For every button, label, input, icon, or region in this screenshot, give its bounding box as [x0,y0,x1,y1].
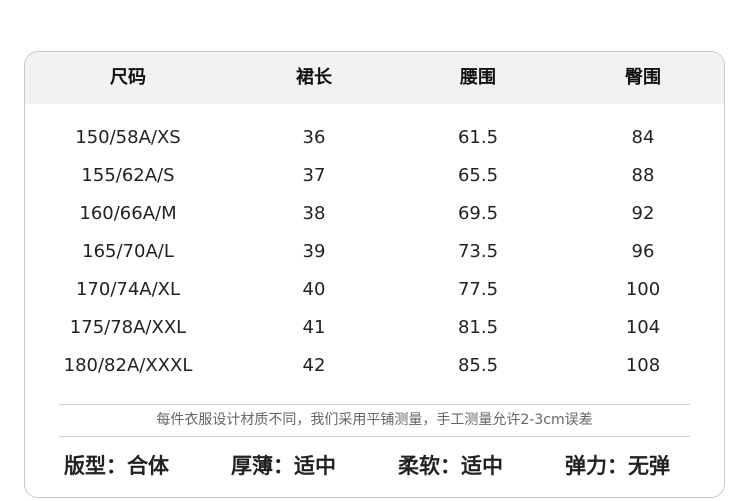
cell-hip: 88 [631,165,655,186]
cell-size: 165/70A/L [82,241,174,262]
table-row: 180/82A/XXXL 42 85.5 108 [25,347,724,385]
attr-thickness: 厚薄：适中 [231,454,336,478]
table-row: 175/78A/XXL 41 81.5 104 [25,309,724,347]
table-row: 155/62A/S 37 65.5 88 [25,157,724,195]
table-row: 170/74A/XL 40 77.5 100 [25,271,724,309]
fabric-attributes: 版型：合体 厚薄：适中 柔软：适中 弹力：无弹 [25,448,724,484]
cell-size: 175/78A/XXL [69,317,187,338]
cell-hip: 96 [631,241,655,262]
attr-softness: 柔软：适中 [398,454,503,478]
cell-hip: 92 [631,203,655,224]
measurement-note: 每件衣服设计材质不同，我们采用平铺测量，手工测量允许2-3cm误差 [156,412,593,428]
cell-size: 150/58A/XS [75,127,181,148]
table-header: 尺码 裙长 腰围 臀围 [25,52,724,104]
cell-size: 160/66A/M [79,203,177,224]
cell-size: 170/74A/XL [75,279,181,300]
size-chart-card: 尺码 裙长 腰围 臀围 150/58A/XS 36 61.5 84 155/62… [24,51,725,498]
table-row: 150/58A/XS 36 61.5 84 [25,119,724,157]
header-size: 尺码 [110,67,146,88]
cell-hip: 104 [625,317,661,338]
note-bottom-divider [59,436,690,437]
attr-fit: 版型：合体 [64,454,169,478]
cell-hip: 100 [625,279,661,300]
table-row: 160/66A/M 38 69.5 92 [25,195,724,233]
cell-hip: 108 [625,355,661,376]
cell-size: 180/82A/XXXL [63,355,193,376]
attr-elasticity: 弹力：无弹 [565,454,670,478]
table-row: 165/70A/L 39 73.5 96 [25,233,724,271]
cell-size: 155/62A/S [81,165,175,186]
header-hip: 臀围 [625,67,661,88]
cell-hip: 84 [631,127,655,148]
